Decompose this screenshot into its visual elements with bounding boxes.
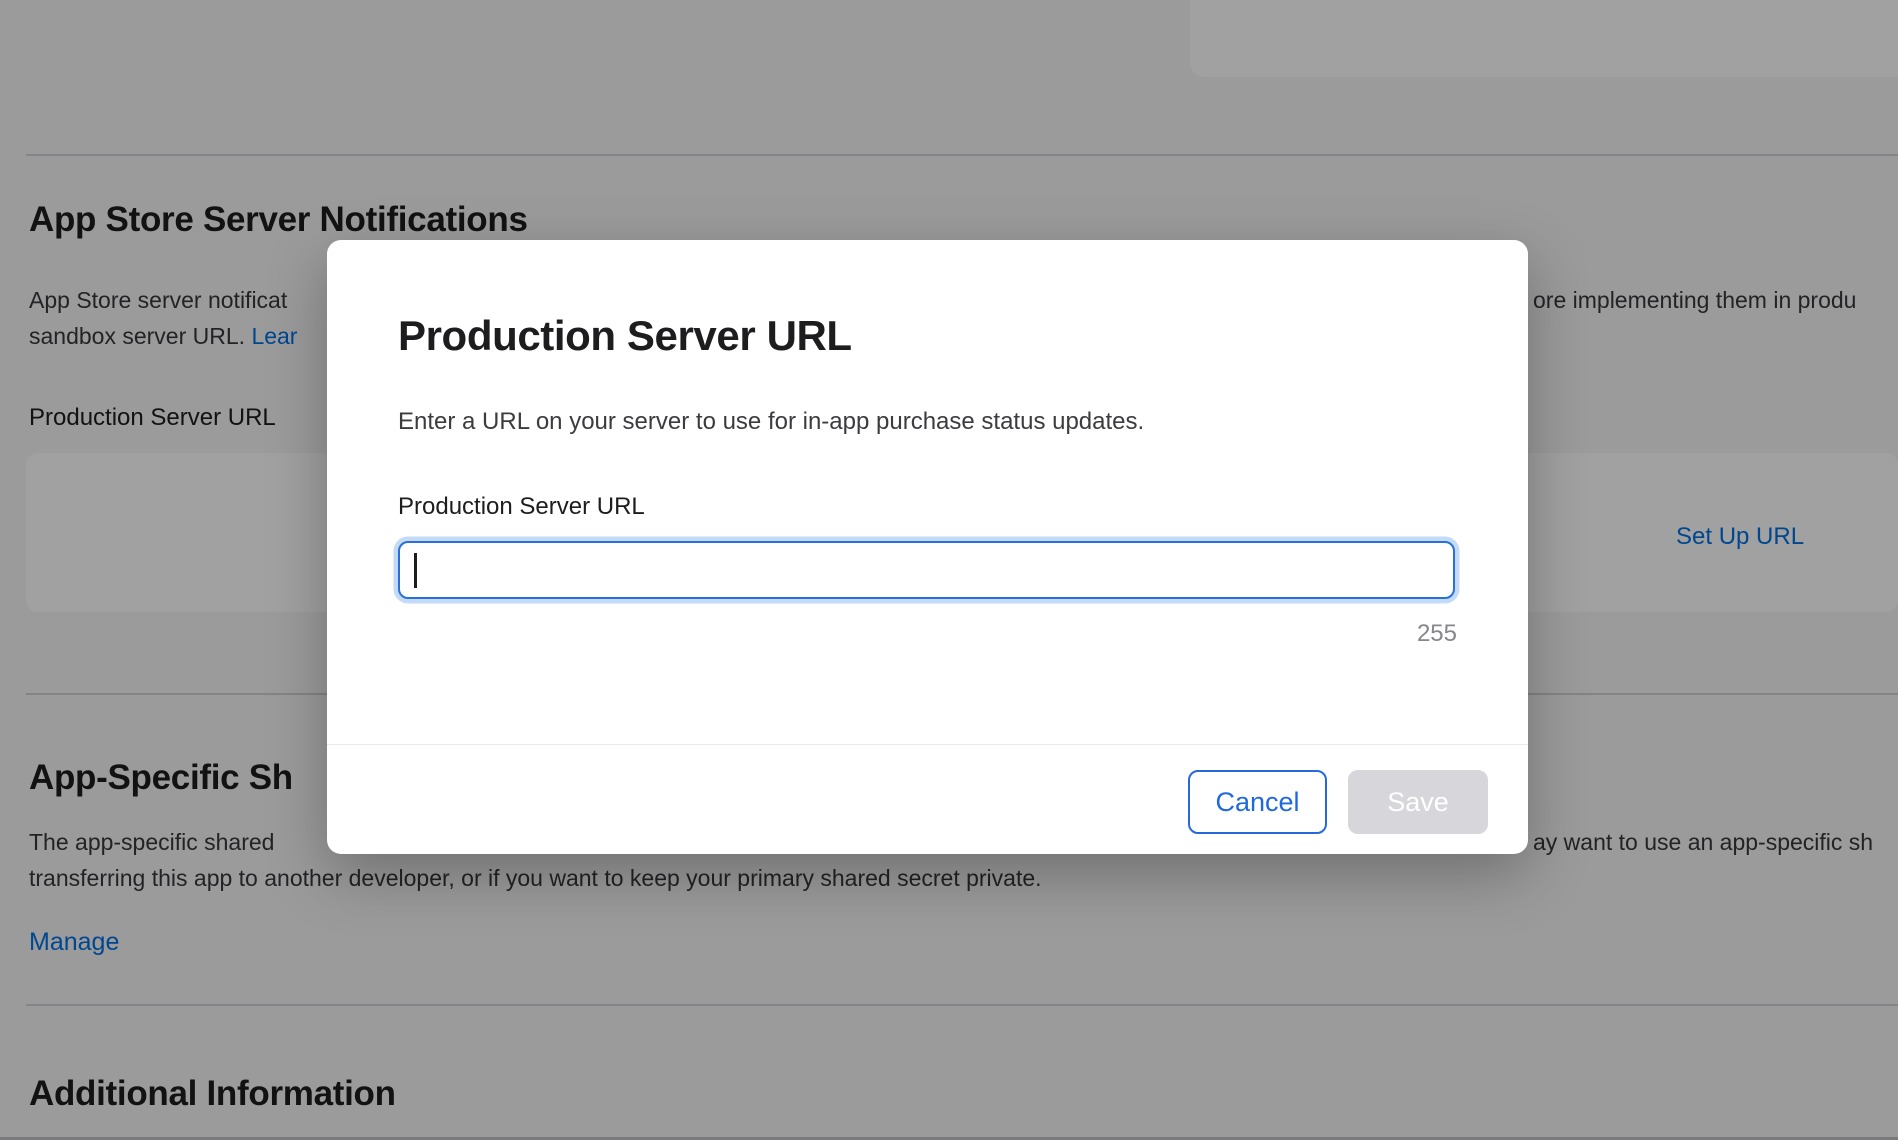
dialog-title: Production Server URL <box>398 312 852 360</box>
app-store-connect-screen: App Store Server Notifications App Store… <box>0 0 1898 1140</box>
production-server-url-input[interactable] <box>398 541 1455 599</box>
save-button[interactable]: Save <box>1348 770 1488 834</box>
text-cursor <box>414 553 417 588</box>
character-counter: 255 <box>1417 620 1457 648</box>
dialog-description: Enter a URL on your server to use for in… <box>398 408 1144 436</box>
url-input-label: Production Server URL <box>398 493 645 521</box>
production-server-url-dialog: Production Server URL Enter a URL on you… <box>327 240 1528 854</box>
cancel-button[interactable]: Cancel <box>1188 770 1327 834</box>
dialog-footer-divider <box>327 744 1528 745</box>
